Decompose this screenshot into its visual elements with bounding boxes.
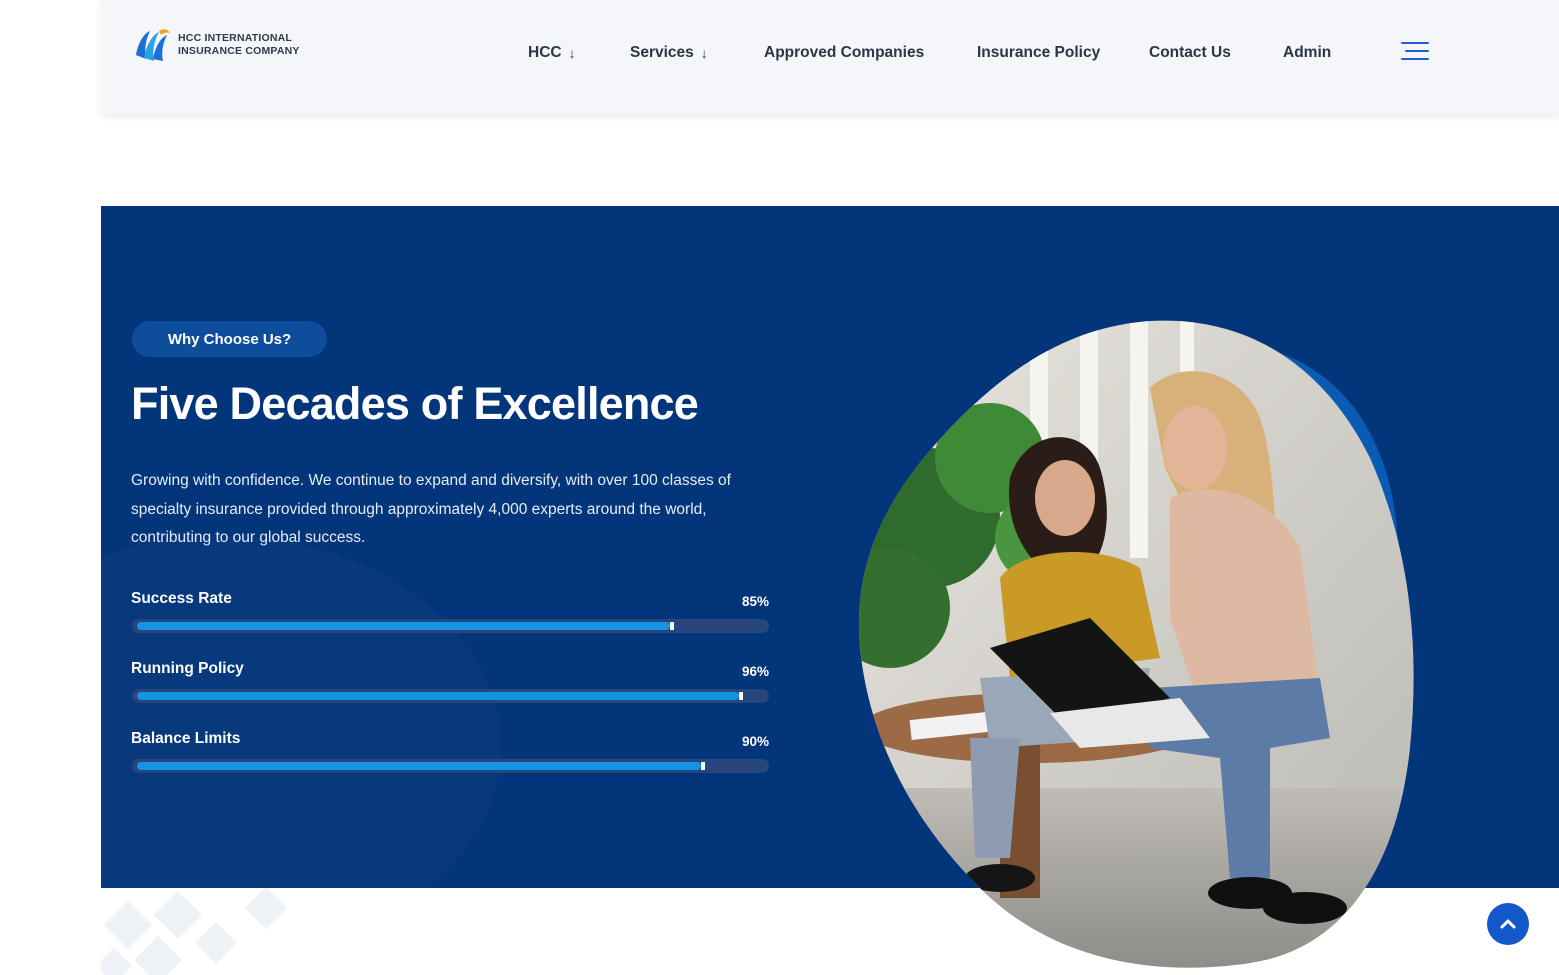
nav-item-label: HCC bbox=[528, 44, 562, 61]
photo-blob-illustration bbox=[858, 320, 1414, 968]
progress-track bbox=[132, 619, 769, 633]
progress-label: Running Policy bbox=[131, 660, 244, 677]
hcc-logo-icon bbox=[136, 29, 170, 61]
progress-track bbox=[132, 759, 769, 773]
progress-percent: 90% bbox=[741, 734, 769, 749]
nav-item-label: Admin bbox=[1283, 44, 1332, 61]
progress-track bbox=[132, 689, 769, 703]
chevron-up-icon bbox=[1500, 919, 1516, 929]
scroll-to-top-button[interactable] bbox=[1487, 903, 1529, 945]
decorative-pattern bbox=[101, 888, 288, 975]
progress-percent: 85% bbox=[741, 594, 769, 609]
nav-item-admin[interactable]: Admin bbox=[1283, 44, 1331, 62]
nav-item-hcc[interactable]: HCC ↓ bbox=[528, 44, 576, 62]
progress-label: Success Rate bbox=[131, 590, 232, 607]
brand-name: HCC INTERNATIONAL INSURANCE COMPANY bbox=[178, 32, 300, 58]
site-header: HCC INTERNATIONAL INSURANCE COMPANY HCC … bbox=[101, 0, 1559, 114]
team-photo bbox=[850, 318, 1420, 968]
progress-fill bbox=[137, 762, 705, 770]
section-title: Five Decades of Excellence bbox=[131, 378, 699, 429]
arrow-down-icon: ↓ bbox=[568, 45, 576, 61]
background-shape bbox=[101, 536, 501, 888]
progress-fill bbox=[137, 692, 743, 700]
nav-item-insurance-policy[interactable]: Insurance Policy bbox=[977, 44, 1100, 62]
hamburger-menu-icon[interactable] bbox=[1401, 42, 1429, 60]
nav-item-approved-companies[interactable]: Approved Companies bbox=[764, 44, 924, 62]
progress-label: Balance Limits bbox=[131, 730, 241, 747]
section-description: Growing with confidence. We continue to … bbox=[131, 472, 731, 546]
brand-line-2: INSURANCE COMPANY bbox=[178, 45, 300, 57]
nav-item-services[interactable]: Services ↓ bbox=[630, 44, 708, 62]
nav-item-contact-us[interactable]: Contact Us bbox=[1149, 44, 1231, 62]
section-badge: Why Choose Us? bbox=[132, 321, 327, 357]
nav-item-label: Services bbox=[630, 44, 694, 61]
nav-item-label: Insurance Policy bbox=[977, 44, 1101, 61]
nav-item-label: Approved Companies bbox=[764, 44, 925, 61]
brand-line-1: HCC INTERNATIONAL bbox=[178, 32, 293, 44]
arrow-down-icon: ↓ bbox=[700, 45, 708, 61]
nav-item-label: Contact Us bbox=[1149, 44, 1231, 61]
progress-fill bbox=[137, 622, 674, 630]
progress-percent: 96% bbox=[741, 664, 769, 679]
brand-logo[interactable]: HCC INTERNATIONAL INSURANCE COMPANY bbox=[132, 25, 300, 65]
